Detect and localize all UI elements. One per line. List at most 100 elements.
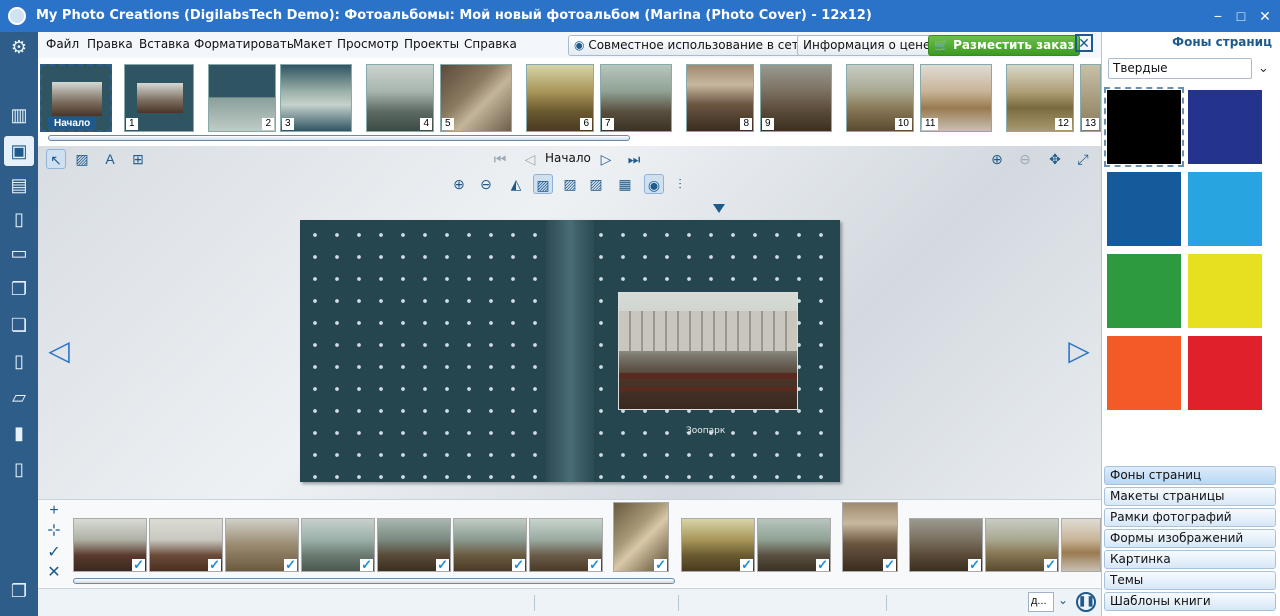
- last-page-icon[interactable]: ⏭: [624, 149, 644, 169]
- frames-icon[interactable]: ❐: [4, 274, 34, 304]
- minimize-button[interactable]: −: [1207, 6, 1229, 26]
- add-frame-icon[interactable]: ⊞: [128, 149, 148, 169]
- menu-layout[interactable]: Макет: [293, 37, 332, 51]
- page-icon[interactable]: ▯: [4, 346, 34, 376]
- page-thumb-4[interactable]: 4: [366, 64, 434, 132]
- image-zoom-in-icon[interactable]: ⊕: [449, 174, 469, 194]
- page-thumb-8[interactable]: 8: [686, 64, 754, 132]
- tray-photo[interactable]: ✓: [529, 518, 603, 572]
- tray-photo[interactable]: ✓: [985, 518, 1059, 572]
- menu-file[interactable]: Файл: [46, 37, 79, 51]
- book-cover-canvas[interactable]: Зоопарк: [300, 220, 840, 482]
- select-tool-icon[interactable]: ↖: [46, 149, 66, 169]
- accordion-themes[interactable]: Темы: [1104, 571, 1276, 590]
- book-icon[interactable]: ▥: [4, 100, 34, 130]
- page-thumb-9[interactable]: 9: [760, 64, 832, 132]
- add-text-icon[interactable]: A: [100, 149, 120, 169]
- swatch-blue[interactable]: [1107, 172, 1181, 246]
- page-thumb-1[interactable]: 1: [124, 64, 194, 132]
- tray-scrollbar[interactable]: [73, 578, 675, 584]
- image-zoom-out-icon[interactable]: ⊖: [476, 174, 496, 194]
- tray-photo[interactable]: ✓: [757, 518, 831, 572]
- tray-photo[interactable]: ✓: [73, 518, 147, 572]
- tray-photo[interactable]: [1061, 518, 1101, 572]
- add-folder-icon[interactable]: ⊹: [44, 522, 64, 540]
- next-page-icon[interactable]: ▷: [596, 149, 616, 169]
- accordion-photo-frames[interactable]: Рамки фотографий: [1104, 508, 1276, 527]
- page-thumb-6[interactable]: 6: [526, 64, 594, 132]
- album-page-icon[interactable]: ▤: [4, 170, 34, 200]
- remove-photos-icon[interactable]: ✕: [44, 564, 64, 582]
- prev-page-icon[interactable]: ◁: [520, 149, 540, 169]
- red-eye-icon[interactable]: ◉: [644, 174, 664, 194]
- accordion-page-backgrounds[interactable]: Фоны страниц: [1104, 466, 1276, 485]
- window-close-button[interactable]: ✕: [1254, 6, 1276, 26]
- tray-photo[interactable]: ✓: [842, 502, 898, 572]
- place-order-button[interactable]: 🛒 Разместить заказ: [928, 35, 1081, 56]
- photo-caption[interactable]: Зоопарк: [686, 426, 725, 436]
- accordion-page-layouts[interactable]: Макеты страницы: [1104, 487, 1276, 506]
- cover-photo[interactable]: [618, 292, 798, 410]
- tray-photo[interactable]: ✓: [377, 518, 451, 572]
- accordion-clipart[interactable]: Картинка: [1104, 550, 1276, 569]
- pause-icon[interactable]: ❚❚: [1076, 592, 1096, 612]
- page-thumb-5[interactable]: 5: [440, 64, 512, 132]
- swatch-orange[interactable]: [1107, 336, 1181, 410]
- layers-icon[interactable]: ❏: [4, 310, 34, 340]
- chevron-down-icon[interactable]: ⌄: [1258, 60, 1269, 76]
- page-thumb-10[interactable]: 10: [846, 64, 914, 132]
- copy-pages-icon[interactable]: ❐: [4, 576, 34, 606]
- swatch-yellow[interactable]: [1188, 254, 1262, 328]
- share-online-button[interactable]: ◉ Совместное использование в сети: [568, 35, 813, 56]
- fill-image-icon[interactable]: ▨: [560, 174, 580, 194]
- swatch-navy[interactable]: [1188, 90, 1262, 164]
- price-info-button[interactable]: Информация о цене: [797, 35, 937, 56]
- close-project-icon[interactable]: ✕: [1075, 34, 1093, 52]
- flip-icon[interactable]: ◭: [506, 174, 526, 194]
- template-icon[interactable]: ▯: [4, 454, 34, 484]
- page-thumb-2[interactable]: 2: [208, 64, 276, 132]
- add-photo-icon[interactable]: ▨: [72, 149, 92, 169]
- accordion-book-templates[interactable]: Шаблоны книги: [1104, 592, 1276, 611]
- status-combo[interactable]: д...: [1028, 592, 1054, 612]
- tray-photo[interactable]: ✓: [909, 518, 983, 572]
- page-thumb-12[interactable]: 12: [1006, 64, 1074, 132]
- menu-insert[interactable]: Вставка: [139, 37, 190, 51]
- fit-page-icon[interactable]: ✥: [1045, 149, 1065, 169]
- page-thumb-11[interactable]: 11: [920, 64, 992, 132]
- chevron-down-icon[interactable]: ⌄: [1058, 593, 1068, 607]
- first-page-icon[interactable]: ⏮: [490, 149, 510, 169]
- menu-projects[interactable]: Проекты: [404, 37, 459, 51]
- fullscreen-icon[interactable]: ⤢: [1073, 149, 1093, 169]
- fit-image-icon[interactable]: ▨: [533, 174, 553, 194]
- page-thumb-start[interactable]: Начало: [40, 64, 112, 132]
- tray-photo[interactable]: ✓: [225, 518, 299, 572]
- tray-photo[interactable]: ✓: [149, 518, 223, 572]
- maximize-button[interactable]: □: [1230, 6, 1252, 26]
- swatch-black[interactable]: [1104, 87, 1184, 167]
- page-thumb-7[interactable]: 7: [600, 64, 672, 132]
- menu-help[interactable]: Справка: [464, 37, 517, 51]
- adjust-icon[interactable]: ⫶: [670, 174, 690, 194]
- menu-edit[interactable]: Правка: [87, 37, 133, 51]
- image-properties-icon[interactable]: ▨: [586, 174, 606, 194]
- settings-icon[interactable]: ⚙: [4, 32, 34, 62]
- filmstrip-scrollbar[interactable]: [48, 135, 630, 141]
- page-thumb-3[interactable]: 3: [280, 64, 352, 132]
- menu-view[interactable]: Просмотр: [337, 37, 399, 51]
- prev-spread-icon[interactable]: ◁: [46, 336, 72, 366]
- next-spread-icon[interactable]: ▷: [1066, 336, 1092, 366]
- swatch-green[interactable]: [1107, 254, 1181, 328]
- tray-photo[interactable]: ✓: [453, 518, 527, 572]
- calendar-icon[interactable]: ▯: [4, 204, 34, 234]
- gradient-icon[interactable]: ▦: [615, 174, 635, 194]
- page-thumb-13[interactable]: 13: [1080, 64, 1101, 132]
- tray-photo[interactable]: ✓: [613, 502, 669, 572]
- card-icon[interactable]: ▭: [4, 238, 34, 268]
- photos-icon[interactable]: ▱: [4, 382, 34, 412]
- menu-format[interactable]: Форматировать: [194, 37, 294, 51]
- tray-photo[interactable]: ✓: [681, 518, 755, 572]
- swatch-red[interactable]: [1188, 336, 1262, 410]
- add-photos-icon[interactable]: +: [44, 502, 64, 520]
- background-type-select[interactable]: Твердые: [1108, 58, 1252, 79]
